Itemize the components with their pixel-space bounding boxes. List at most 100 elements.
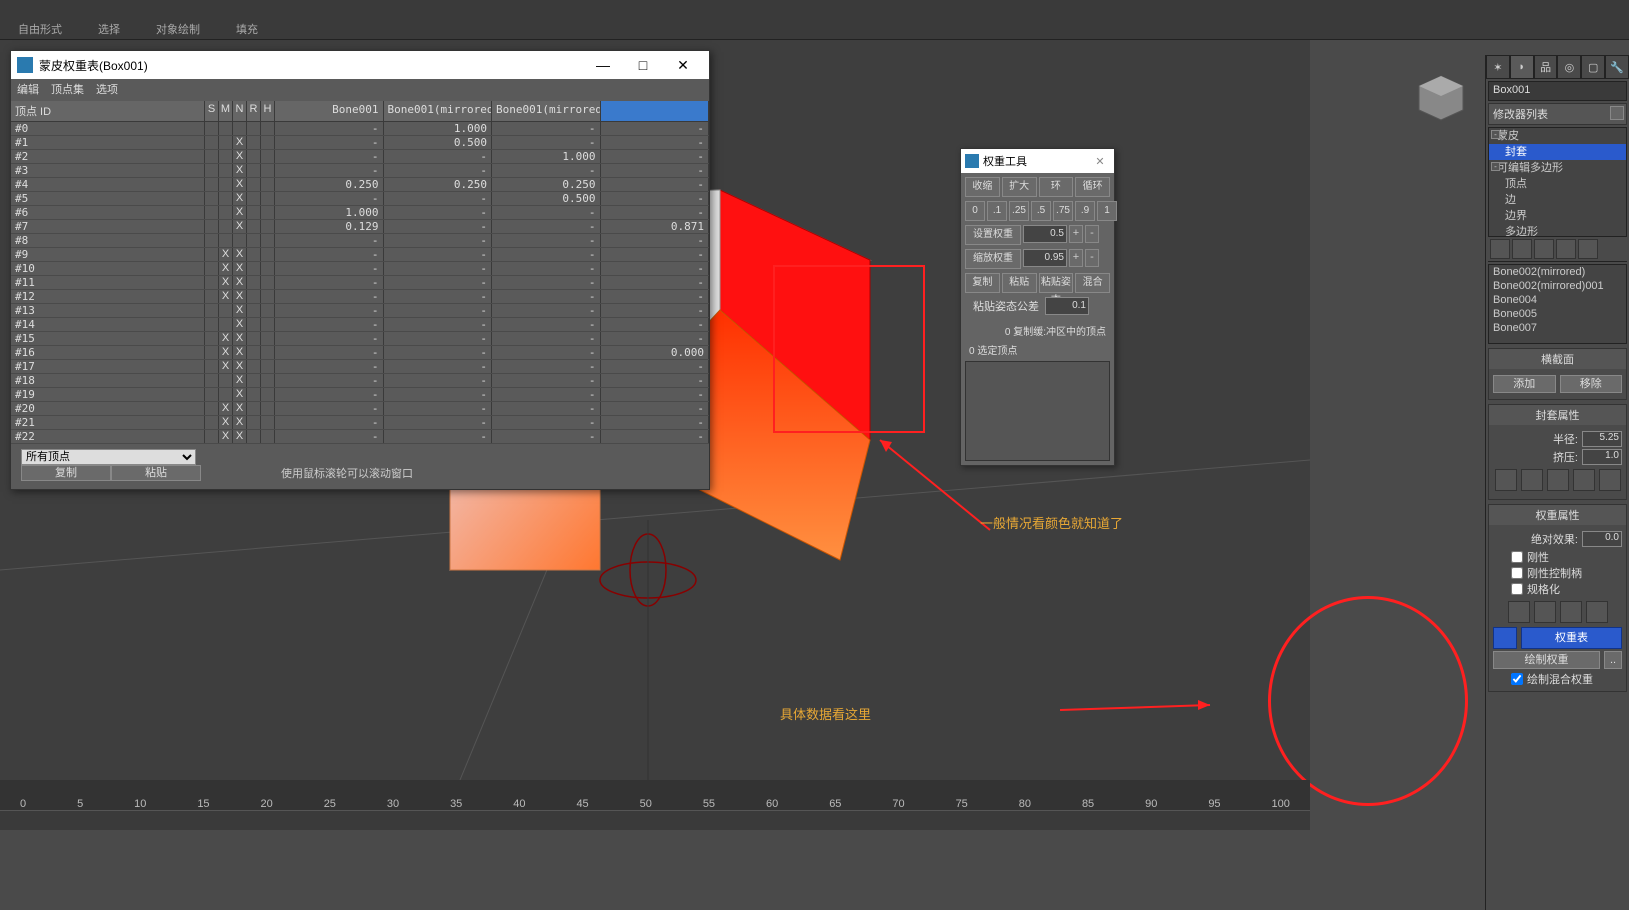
loop-button[interactable]: 循环	[1075, 177, 1110, 197]
remove-button[interactable]: 移除	[1560, 375, 1623, 393]
wrench-icon[interactable]	[1493, 627, 1517, 649]
weight-tool-icon[interactable]	[1586, 601, 1608, 623]
modifier-item[interactable]: 封套	[1489, 144, 1626, 160]
add-button[interactable]: 添加	[1493, 375, 1556, 393]
chevron-down-icon[interactable]	[1610, 106, 1624, 120]
weight-minus[interactable]: -	[1085, 225, 1099, 243]
table-row[interactable]: #21XX----	[11, 416, 709, 430]
table-row[interactable]: #8----	[11, 234, 709, 248]
col-bone-1[interactable]: Bone001(mirrored)	[384, 101, 493, 121]
table-row[interactable]: #6X1.000---	[11, 206, 709, 220]
wtool-titlebar[interactable]: 权重工具 ✕	[961, 149, 1114, 173]
close-icon[interactable]: ✕	[1090, 155, 1110, 168]
grow-button[interactable]: 扩大	[1002, 177, 1037, 197]
copy-button[interactable]: 复制	[21, 465, 111, 481]
set-weight-value[interactable]: 0.5	[1023, 225, 1067, 243]
preset-1[interactable]: .1	[987, 201, 1007, 221]
scale-weight-value[interactable]: 0.95	[1023, 249, 1067, 267]
modifier-list-dropdown[interactable]: 修改器列表	[1488, 103, 1627, 125]
scale-plus[interactable]: +	[1069, 249, 1083, 267]
table-row[interactable]: #1X-0.500--	[11, 136, 709, 150]
tool-icon[interactable]	[1495, 469, 1517, 491]
paste-button[interactable]: 粘贴	[111, 465, 201, 481]
tool-icon[interactable]	[1599, 469, 1621, 491]
table-row[interactable]: #14X----	[11, 318, 709, 332]
pin-stack-icon[interactable]	[1490, 239, 1510, 259]
viewcube[interactable]	[1413, 70, 1469, 126]
table-row[interactable]: #4X0.2500.2500.250-	[11, 178, 709, 192]
make-unique-icon[interactable]	[1534, 239, 1554, 259]
col-flag-n[interactable]: N	[233, 101, 247, 121]
list-item[interactable]: Bone007	[1489, 321, 1626, 335]
weight-table-body[interactable]: #0-1.000--#1X-0.500--#2X--1.000-#3X----#…	[11, 122, 709, 451]
remove-modifier-icon[interactable]	[1556, 239, 1576, 259]
col-flag-m[interactable]: M	[219, 101, 233, 121]
tool-icon[interactable]	[1521, 469, 1543, 491]
table-row[interactable]: #2X--1.000-	[11, 150, 709, 164]
vertex-filter-select[interactable]: 所有顶点	[21, 449, 196, 465]
paste-button[interactable]: 粘贴	[1002, 273, 1037, 293]
list-item[interactable]: Bone004	[1489, 293, 1626, 307]
menu-options[interactable]: 选项	[96, 81, 118, 99]
preset-9[interactable]: .9	[1075, 201, 1095, 221]
blend-button[interactable]: 混合	[1075, 273, 1110, 293]
col-bone-2[interactable]: Bone001(mirrored)001	[492, 101, 601, 121]
abs-effect-spinner[interactable]: 0.0	[1582, 531, 1622, 547]
table-row[interactable]: #16XX---0.000	[11, 346, 709, 360]
ring-button[interactable]: 环	[1039, 177, 1074, 197]
paste-pose-button[interactable]: 粘贴姿态	[1039, 273, 1074, 293]
preset-75[interactable]: .75	[1053, 201, 1073, 221]
set-weight-button[interactable]: 设置权重	[965, 225, 1021, 245]
rollout-title[interactable]: 横截面	[1489, 349, 1626, 369]
bones-list[interactable]: Bone002(mirrored)Bone002(mirrored)001Bon…	[1488, 264, 1627, 344]
menu-object-paint[interactable]: 对象绘制	[138, 17, 218, 41]
copy-button[interactable]: 复制	[965, 273, 1000, 293]
list-item[interactable]: Bone002(mirrored)001	[1489, 279, 1626, 293]
table-row[interactable]: #17XX----	[11, 360, 709, 374]
preset-5[interactable]: .5	[1031, 201, 1051, 221]
table-row[interactable]: #22XX----	[11, 430, 709, 444]
object-name-field[interactable]: Box001	[1488, 81, 1627, 101]
weight-plus[interactable]: +	[1069, 225, 1083, 243]
table-row[interactable]: #3X----	[11, 164, 709, 178]
configure-sets-icon[interactable]	[1578, 239, 1598, 259]
weight-tool-icon[interactable]	[1534, 601, 1556, 623]
col-vertex-id[interactable]: 顶点 ID	[11, 101, 205, 121]
selected-verts-list[interactable]	[965, 361, 1110, 461]
modifier-stack[interactable]: -蒙皮封套-可编辑多边形顶点边边界多边形元素	[1488, 127, 1627, 237]
show-end-result-icon[interactable]	[1512, 239, 1532, 259]
table-row[interactable]: #18X----	[11, 374, 709, 388]
preset-0[interactable]: 0	[965, 201, 985, 221]
table-row[interactable]: #7X0.129--0.871	[11, 220, 709, 234]
modifier-item[interactable]: -蒙皮	[1489, 128, 1626, 144]
tab-create[interactable]: ✶	[1486, 55, 1510, 79]
table-row[interactable]: #20XX----	[11, 402, 709, 416]
table-row[interactable]: #10XX----	[11, 262, 709, 276]
modifier-item[interactable]: -可编辑多边形	[1489, 160, 1626, 176]
tool-icon[interactable]	[1547, 469, 1569, 491]
modifier-item[interactable]: 边	[1489, 192, 1626, 208]
timeline[interactable]: 0510152025303540455055606570758085909510…	[0, 780, 1310, 810]
col-flag-s[interactable]: S	[205, 101, 219, 121]
tab-display[interactable]: ▢	[1581, 55, 1605, 79]
preset-10[interactable]: 1	[1097, 201, 1117, 221]
col-bone-3[interactable]	[601, 101, 710, 121]
rollout-title[interactable]: 封套属性	[1489, 405, 1626, 425]
menu-select[interactable]: 选择	[80, 17, 138, 41]
radius-spinner[interactable]: 5.25	[1582, 431, 1622, 447]
table-row[interactable]: #13X----	[11, 304, 709, 318]
weight-tool-icon[interactable]	[1560, 601, 1582, 623]
tab-hierarchy[interactable]: 品	[1534, 55, 1558, 79]
menu-edit[interactable]: 编辑	[17, 81, 39, 99]
modifier-item[interactable]: 多边形	[1489, 224, 1626, 237]
weight-tool-icon[interactable]	[1508, 601, 1530, 623]
list-item[interactable]: Bone002(mirrored)	[1489, 265, 1626, 279]
paint-blend-checkbox[interactable]	[1511, 673, 1523, 685]
rigid-handle-checkbox[interactable]	[1511, 567, 1523, 579]
squash-spinner[interactable]: 1.0	[1582, 449, 1622, 465]
rollout-title[interactable]: 权重属性	[1489, 505, 1626, 525]
menu-vertex-set[interactable]: 顶点集	[51, 81, 84, 99]
minimize-button[interactable]: —	[583, 57, 623, 73]
modifier-item[interactable]: 顶点	[1489, 176, 1626, 192]
paint-weights-button[interactable]: 绘制权重	[1493, 651, 1600, 669]
